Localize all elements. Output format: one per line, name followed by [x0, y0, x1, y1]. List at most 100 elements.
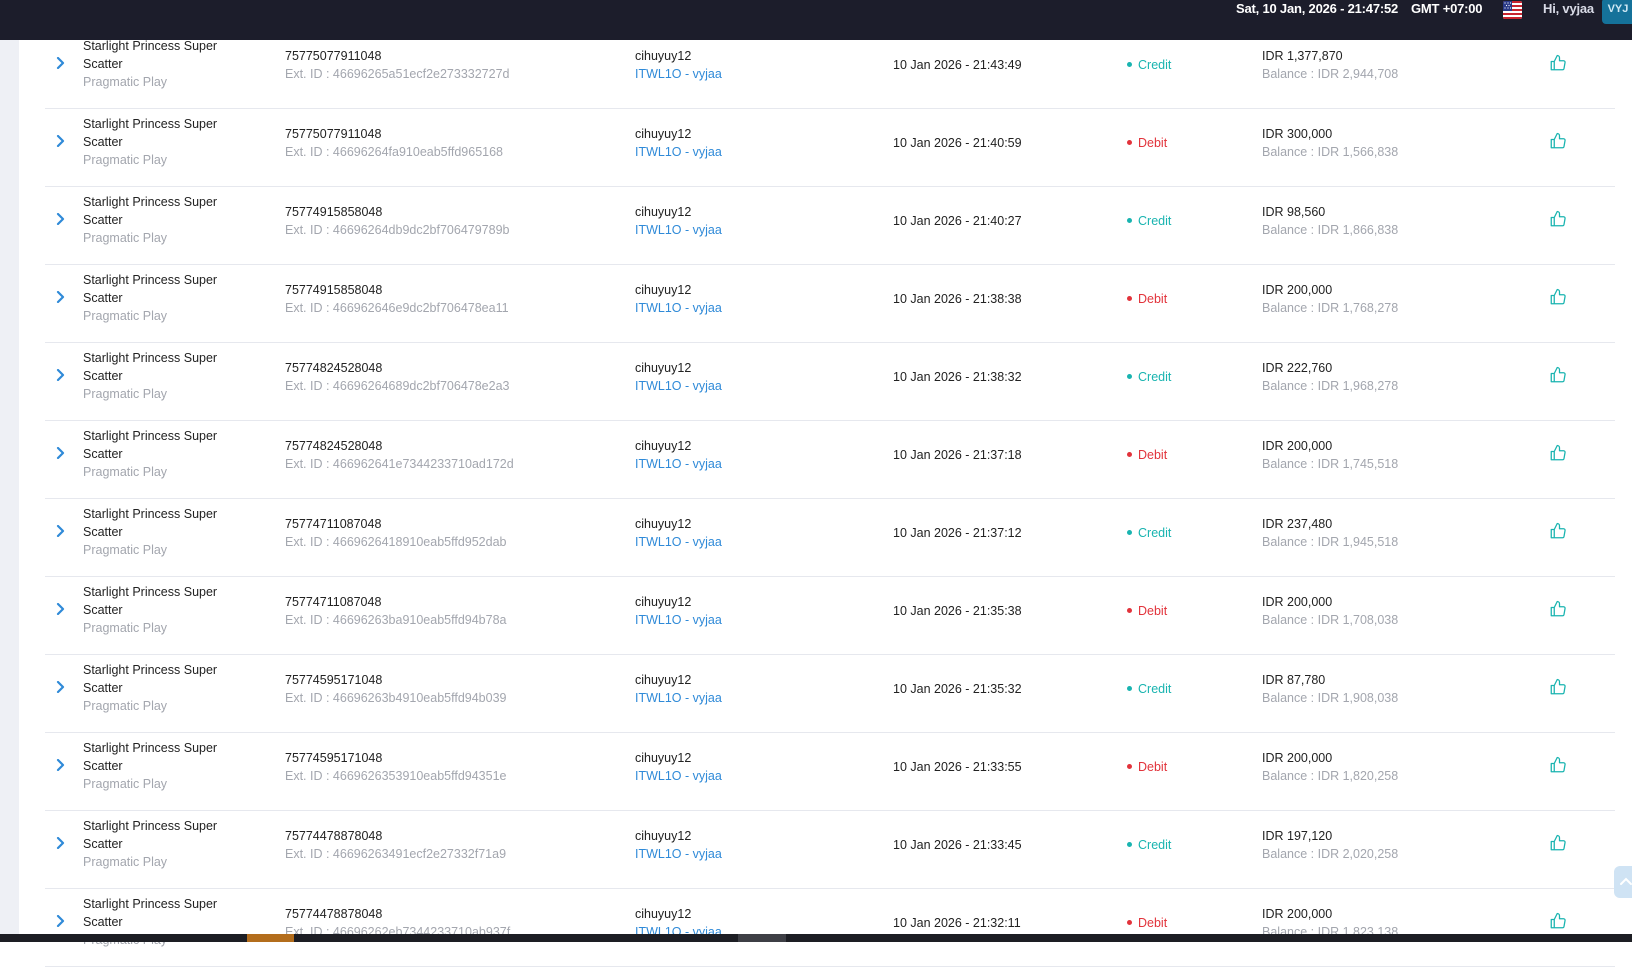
chevron-right-icon[interactable]: [51, 521, 71, 541]
round-id: 75774478878048: [285, 829, 383, 843]
transaction-type: Credit: [1127, 836, 1171, 854]
chevron-right-icon[interactable]: [51, 833, 71, 853]
thumbs-up-icon[interactable]: [1547, 442, 1569, 464]
thumbs-up-icon[interactable]: [1547, 364, 1569, 386]
agent-link[interactable]: ITWL1O - vyjaa: [635, 689, 722, 707]
transaction-type: Debit: [1127, 914, 1167, 932]
taskbar-item[interactable]: [738, 934, 786, 942]
transaction-time: 10 Jan 2026 - 21:40:27: [893, 214, 1022, 228]
chevron-right-icon[interactable]: [51, 365, 71, 385]
external-id: Ext. ID : 4669626418910eab5ffd952dab: [285, 535, 507, 549]
chevron-right-icon[interactable]: [51, 131, 71, 151]
table-row: Starlight Princess Super Scatter Pragmat…: [45, 499, 1615, 577]
thumbs-up-icon[interactable]: [1547, 598, 1569, 620]
round-id: 75774595171048: [285, 673, 383, 687]
amount: IDR 200,000: [1262, 283, 1333, 297]
amount: IDR 237,480: [1262, 517, 1333, 531]
external-id: Ext. ID : 46696265a51ecf2e273332727d: [285, 67, 510, 81]
thumbs-up-icon[interactable]: [1547, 832, 1569, 854]
chevron-right-icon[interactable]: [51, 755, 71, 775]
game-name: Starlight Princess Super Scatter: [83, 351, 218, 383]
thumbs-up-icon[interactable]: [1547, 910, 1569, 932]
status-dot: [1127, 218, 1132, 224]
type-label: Credit: [1138, 838, 1172, 852]
balance: Balance : IDR 2,020,258: [1262, 847, 1399, 861]
game-provider: Pragmatic Play: [83, 231, 168, 245]
type-label: Debit: [1138, 136, 1168, 150]
game-provider: Pragmatic Play: [83, 777, 168, 791]
status-dot: [1127, 452, 1132, 458]
chevron-right-icon[interactable]: [51, 287, 71, 307]
agent-link[interactable]: ITWL1O - vyjaa: [635, 221, 722, 239]
transaction-time: 10 Jan 2026 - 21:38:32: [893, 370, 1022, 384]
round-cell: 75774595171048 Ext. ID : 4669626353910ea…: [285, 749, 507, 785]
transaction-type: Credit: [1127, 368, 1171, 386]
chevron-right-icon[interactable]: [51, 443, 71, 463]
agent-link[interactable]: ITWL1O - vyjaa: [635, 143, 722, 161]
chevron-right-icon[interactable]: [51, 911, 71, 931]
balance: Balance : IDR 1,968,278: [1262, 379, 1399, 393]
amount-cell: IDR 200,000 Balance : IDR 1,708,038: [1262, 593, 1398, 629]
avatar[interactable]: VYJ: [1602, 0, 1632, 24]
chevron-right-icon[interactable]: [51, 53, 71, 73]
thumbs-up-icon[interactable]: [1547, 520, 1569, 542]
status-dot: [1127, 62, 1132, 68]
taskbar-item[interactable]: [247, 934, 294, 942]
status-dot: [1127, 530, 1132, 536]
thumbs-up-icon[interactable]: [1547, 286, 1569, 308]
thumbs-up-icon[interactable]: [1547, 52, 1569, 74]
type-label: Credit: [1138, 58, 1172, 72]
external-id: Ext. ID : 46696263491ecf2e27332f71a9: [285, 847, 507, 861]
game-provider: Pragmatic Play: [83, 465, 168, 479]
player-name: cihuyuy12: [635, 439, 692, 453]
balance: Balance : IDR 1,566,838: [1262, 145, 1399, 159]
agent-link[interactable]: ITWL1O - vyjaa: [635, 65, 722, 83]
amount: IDR 197,120: [1262, 829, 1333, 843]
player-name: cihuyuy12: [635, 751, 692, 765]
table-row: Starlight Princess Super Scatter Pragmat…: [45, 577, 1615, 655]
status-dot: [1127, 374, 1132, 380]
transaction-table: Starlight Princess Super Scatter Pragmat…: [45, 37, 1615, 967]
thumbs-up-icon[interactable]: [1547, 676, 1569, 698]
user-greeting[interactable]: Hi, vyjaa: [1543, 1, 1594, 16]
chevron-right-icon[interactable]: [51, 209, 71, 229]
type-label: Debit: [1138, 916, 1168, 930]
external-id: Ext. ID : 466962646e9dc2bf706478ea11: [285, 301, 509, 315]
amount: IDR 87,780: [1262, 673, 1326, 687]
agent-link[interactable]: ITWL1O - vyjaa: [635, 533, 722, 551]
chevron-right-icon[interactable]: [51, 599, 71, 619]
amount-cell: IDR 87,780 Balance : IDR 1,908,038: [1262, 671, 1398, 707]
game-name: Starlight Princess Super Scatter: [83, 819, 218, 851]
amount: IDR 98,560: [1262, 205, 1326, 219]
thumbs-up-icon[interactable]: [1547, 754, 1569, 776]
player-name: cihuyuy12: [635, 907, 692, 921]
player-cell: cihuyuy12 ITWL1O - vyjaa: [635, 125, 722, 161]
agent-link[interactable]: ITWL1O - vyjaa: [635, 299, 722, 317]
type-label: Credit: [1138, 682, 1172, 696]
game-name: Starlight Princess Super Scatter: [83, 507, 218, 539]
scroll-to-top-button[interactable]: [1614, 866, 1632, 898]
game-name: Starlight Princess Super Scatter: [83, 273, 218, 305]
agent-link[interactable]: ITWL1O - vyjaa: [635, 455, 722, 473]
table-row: Starlight Princess Super Scatter Pragmat…: [45, 811, 1615, 889]
type-label: Debit: [1138, 292, 1168, 306]
balance: Balance : IDR 1,745,518: [1262, 457, 1399, 471]
round-cell: 75775077911048 Ext. ID : 46696264fa910ea…: [285, 125, 503, 161]
chevron-right-icon[interactable]: [51, 677, 71, 697]
status-dot: [1127, 296, 1132, 302]
amount-cell: IDR 98,560 Balance : IDR 1,866,838: [1262, 203, 1398, 239]
agent-link[interactable]: ITWL1O - vyjaa: [635, 611, 722, 629]
round-cell: 75774595171048 Ext. ID : 46696263b4910ea…: [285, 671, 507, 707]
amount: IDR 200,000: [1262, 751, 1333, 765]
game-cell: Starlight Princess Super Scatter Pragmat…: [83, 37, 233, 91]
agent-link[interactable]: ITWL1O - vyjaa: [635, 377, 722, 395]
agent-link[interactable]: ITWL1O - vyjaa: [635, 767, 722, 785]
thumbs-up-icon[interactable]: [1547, 208, 1569, 230]
us-flag-icon[interactable]: [1503, 1, 1522, 19]
thumbs-up-icon[interactable]: [1547, 130, 1569, 152]
current-datetime: Sat, 10 Jan, 2026 - 21:47:52: [1236, 1, 1399, 16]
player-name: cihuyuy12: [635, 205, 692, 219]
game-cell: Starlight Princess Super Scatter Pragmat…: [83, 115, 233, 169]
external-id: Ext. ID : 4669626353910eab5ffd94351e: [285, 769, 507, 783]
agent-link[interactable]: ITWL1O - vyjaa: [635, 845, 722, 863]
